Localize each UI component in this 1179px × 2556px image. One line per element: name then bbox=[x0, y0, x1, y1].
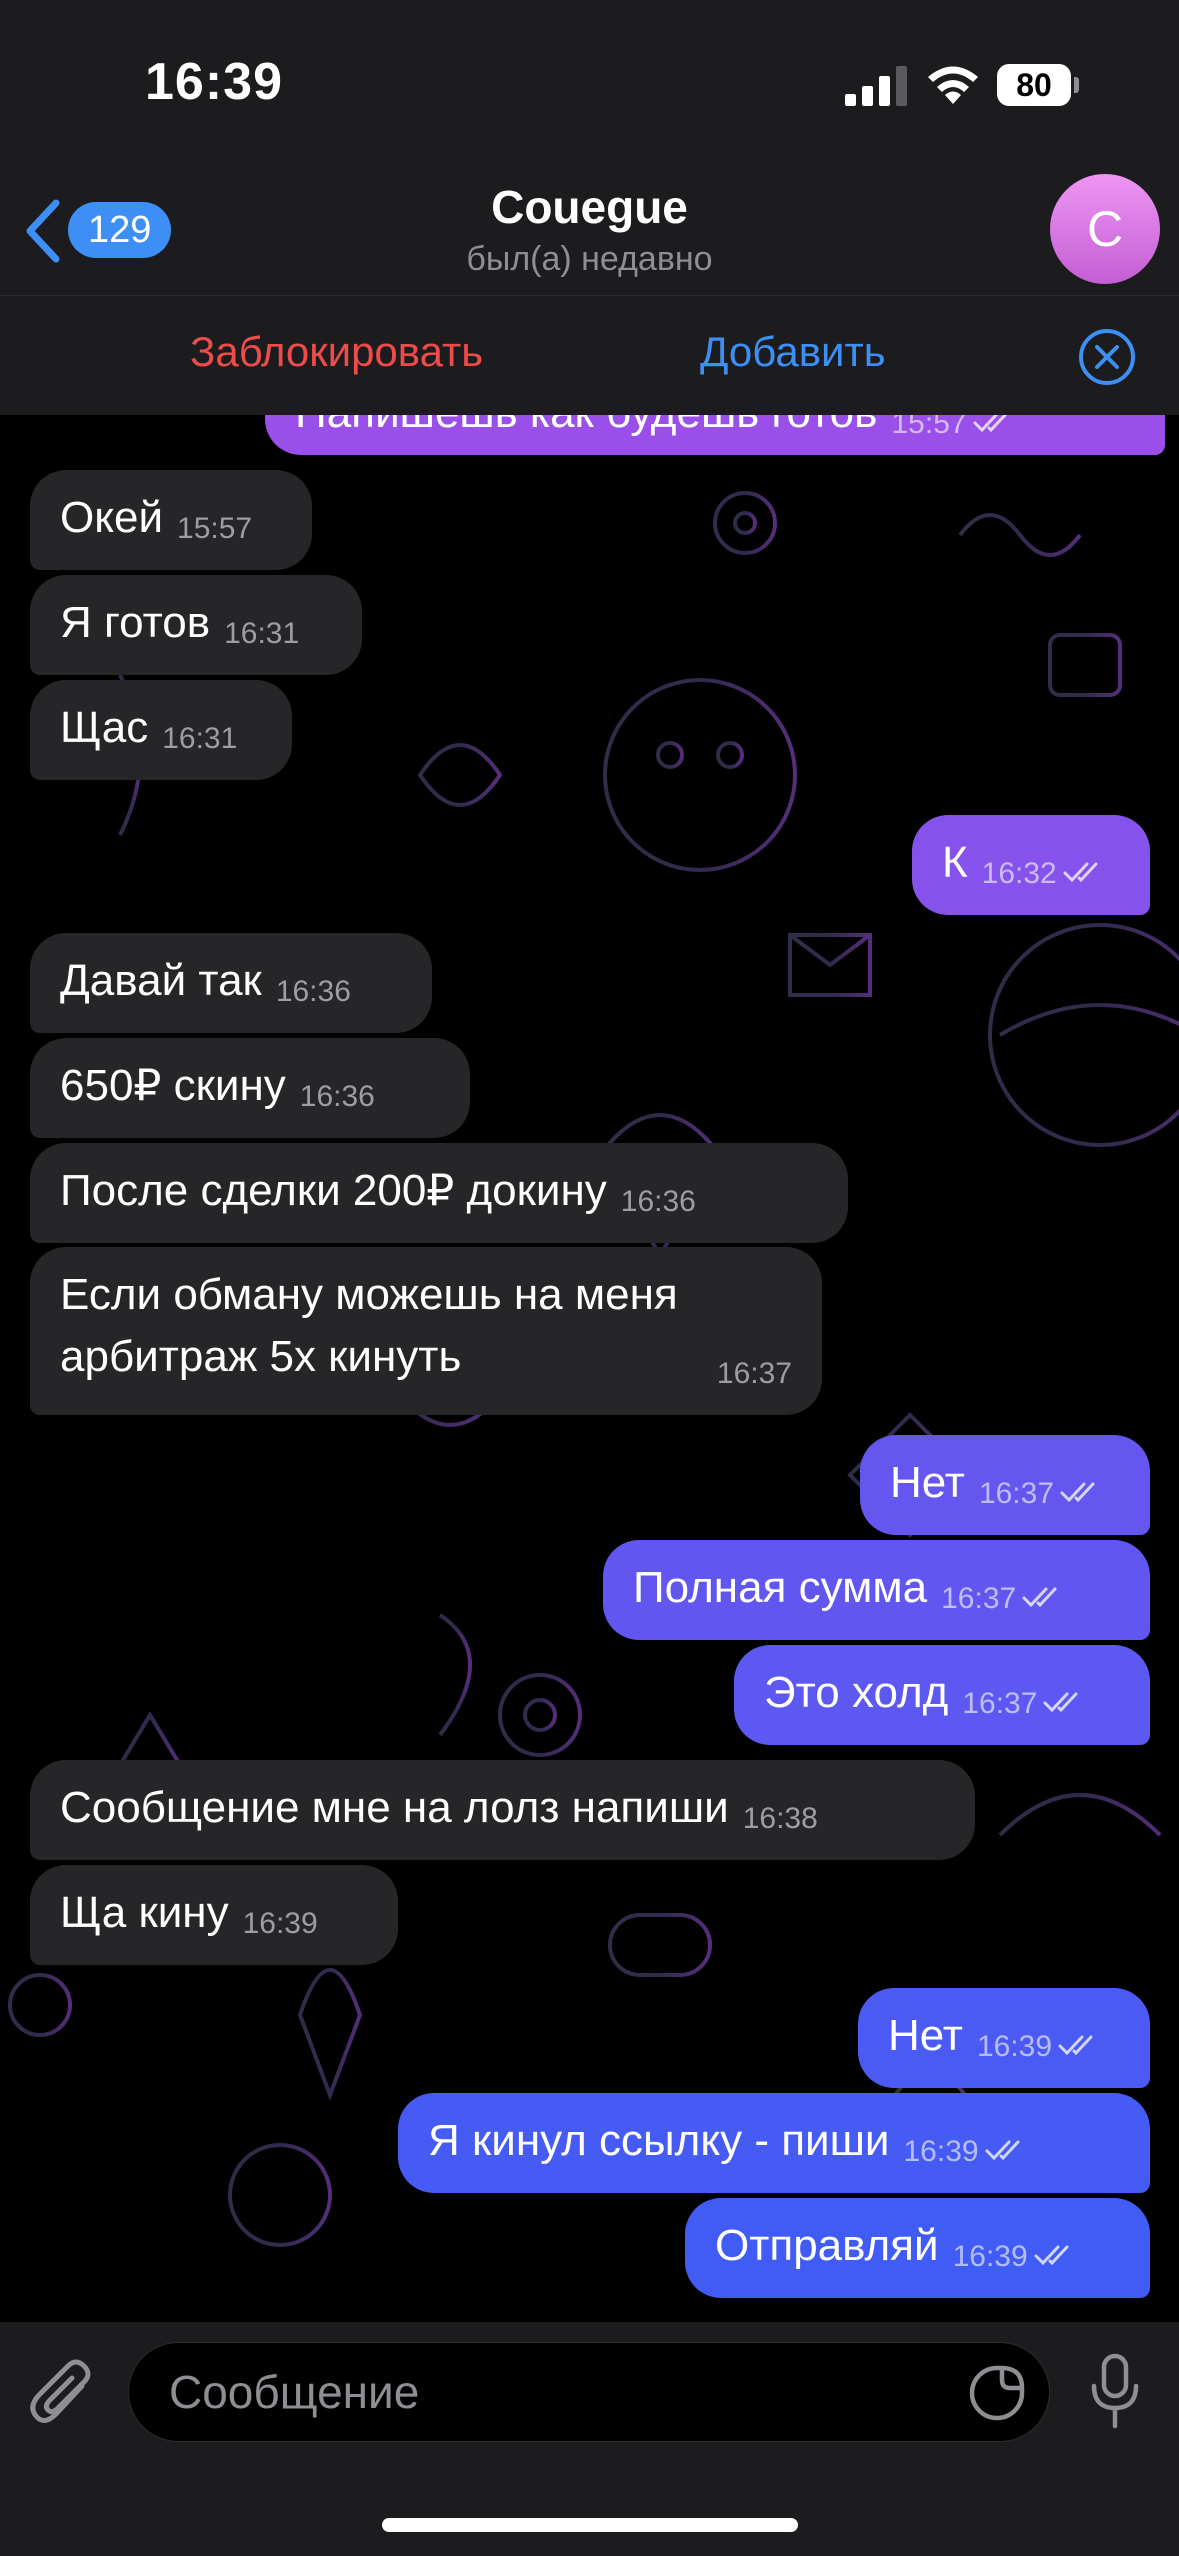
double-check-icon bbox=[1063, 862, 1098, 883]
message-text: Нет bbox=[890, 1458, 965, 1507]
outgoing-message[interactable]: Отправляй 16:39 bbox=[685, 2198, 1150, 2298]
double-check-icon bbox=[1022, 1587, 1057, 1608]
message-time: 16:37 bbox=[978, 1477, 1055, 1510]
chat-last-seen: был(а) недавно bbox=[466, 240, 713, 278]
message-time: 16:39 bbox=[952, 2240, 1028, 2273]
message-time: 16:39 bbox=[242, 1907, 318, 1940]
message-time: 16:36 bbox=[299, 1080, 375, 1113]
incoming-message[interactable]: Если обману можешь на меня арбитраж 5х к… bbox=[30, 1247, 822, 1415]
home-indicator bbox=[382, 2518, 798, 2532]
message-text: Нет bbox=[888, 2011, 963, 2060]
message-text: Отправляй bbox=[715, 2221, 939, 2270]
message-text: Я кинул ссылку - пиши bbox=[428, 2116, 890, 2165]
double-check-icon bbox=[985, 2140, 1020, 2161]
wifi-icon bbox=[928, 66, 978, 104]
outgoing-message[interactable]: Я кинул ссылку - пиши 16:39 bbox=[398, 2093, 1150, 2193]
outgoing-message[interactable]: Нет 16:37 bbox=[860, 1435, 1150, 1535]
microphone-icon[interactable] bbox=[1090, 2352, 1140, 2432]
message-text: Окей bbox=[60, 493, 164, 542]
message-time: 16:36 bbox=[275, 975, 351, 1008]
outgoing-message[interactable]: Нет 16:39 bbox=[858, 1988, 1150, 2088]
chat-message-list[interactable]: Напишешь как будешь готов 15:57 Окей 15:57 Я… bbox=[0, 415, 1179, 2322]
double-check-icon bbox=[973, 415, 1007, 433]
message-time: 16:32 bbox=[981, 857, 1057, 890]
message-text: Давай так bbox=[60, 956, 262, 1005]
outgoing-message[interactable]: Полная сумма 16:37 bbox=[603, 1540, 1150, 1640]
double-check-icon bbox=[1043, 1692, 1078, 1713]
message-time: 16:39 bbox=[976, 2030, 1053, 2063]
message-text: Щас bbox=[60, 703, 149, 752]
message-text: Если обману можешь на меня арбитраж 5х к… bbox=[60, 1270, 678, 1381]
chat-title[interactable]: Couegue bbox=[0, 180, 1179, 234]
incoming-message[interactable]: Сообщение мне на лолз напиши 16:38 bbox=[30, 1760, 975, 1860]
message-text: Полная сумма bbox=[633, 1563, 928, 1612]
contact-action-bar: Заблокировать Добавить bbox=[0, 295, 1179, 415]
outgoing-message[interactable]: Это холд 16:37 bbox=[734, 1645, 1150, 1745]
message-time: 15:57 bbox=[177, 512, 253, 545]
message-text: К bbox=[942, 838, 968, 887]
incoming-message[interactable]: 650₽ скину 16:36 bbox=[30, 1038, 470, 1138]
battery-icon: 80 bbox=[997, 64, 1079, 106]
message-time: 15:57 bbox=[891, 415, 967, 440]
incoming-message[interactable]: Щас 16:31 bbox=[30, 680, 292, 780]
sticker-icon[interactable] bbox=[968, 2364, 1026, 2422]
message-text: Ща кину bbox=[60, 1888, 229, 1937]
message-input[interactable] bbox=[128, 2342, 1050, 2442]
chat-header: 129 Couegue был(а) недавно C bbox=[0, 160, 1179, 295]
message-text: После сделки 200₽ докину bbox=[60, 1166, 607, 1215]
message-time: 16:31 bbox=[224, 617, 300, 650]
message-time: 16:36 bbox=[620, 1185, 696, 1218]
composer-bar bbox=[0, 2322, 1179, 2556]
signal-icon bbox=[845, 66, 907, 106]
avatar[interactable]: C bbox=[1050, 174, 1160, 284]
incoming-message[interactable]: Окей 15:57 bbox=[30, 470, 312, 570]
message-time: 16:37 bbox=[962, 1687, 1038, 1720]
message-time: 16:38 bbox=[742, 1802, 818, 1835]
message-text: Это холд bbox=[764, 1668, 949, 1717]
block-button[interactable]: Заблокировать bbox=[190, 328, 483, 376]
outgoing-message[interactable]: К 16:32 bbox=[912, 815, 1150, 915]
double-check-icon bbox=[1034, 2245, 1069, 2266]
battery-tip bbox=[1074, 77, 1079, 93]
message-text: 650₽ скину bbox=[60, 1061, 286, 1110]
message-time: 16:31 bbox=[162, 722, 238, 755]
close-icon[interactable] bbox=[1078, 328, 1136, 386]
incoming-message[interactable]: После сделки 200₽ докину 16:36 bbox=[30, 1143, 848, 1243]
message-text: Напишешь как будешь готов bbox=[295, 415, 877, 437]
add-contact-button[interactable]: Добавить bbox=[700, 328, 886, 376]
message-time: 16:39 bbox=[903, 2135, 979, 2168]
message-text: Сообщение мне на лолз напиши bbox=[60, 1783, 729, 1832]
paperclip-icon[interactable] bbox=[30, 2356, 96, 2430]
message-time: 16:37 bbox=[716, 1357, 792, 1390]
message-time: 16:37 bbox=[941, 1582, 1017, 1615]
outgoing-message[interactable]: Напишешь как будешь готов 15:57 bbox=[265, 415, 1165, 455]
incoming-message[interactable]: Я готов 16:31 bbox=[30, 575, 362, 675]
battery-level: 80 bbox=[1016, 67, 1052, 103]
incoming-message[interactable]: Давай так 16:36 bbox=[30, 933, 432, 1033]
message-text: Я готов bbox=[60, 598, 211, 647]
double-check-icon bbox=[1060, 1482, 1095, 1503]
status-bar: 16:39 80 bbox=[0, 0, 1179, 160]
incoming-message[interactable]: Ща кину 16:39 bbox=[30, 1865, 398, 1965]
double-check-icon bbox=[1058, 2035, 1093, 2056]
status-time: 16:39 bbox=[145, 53, 283, 111]
